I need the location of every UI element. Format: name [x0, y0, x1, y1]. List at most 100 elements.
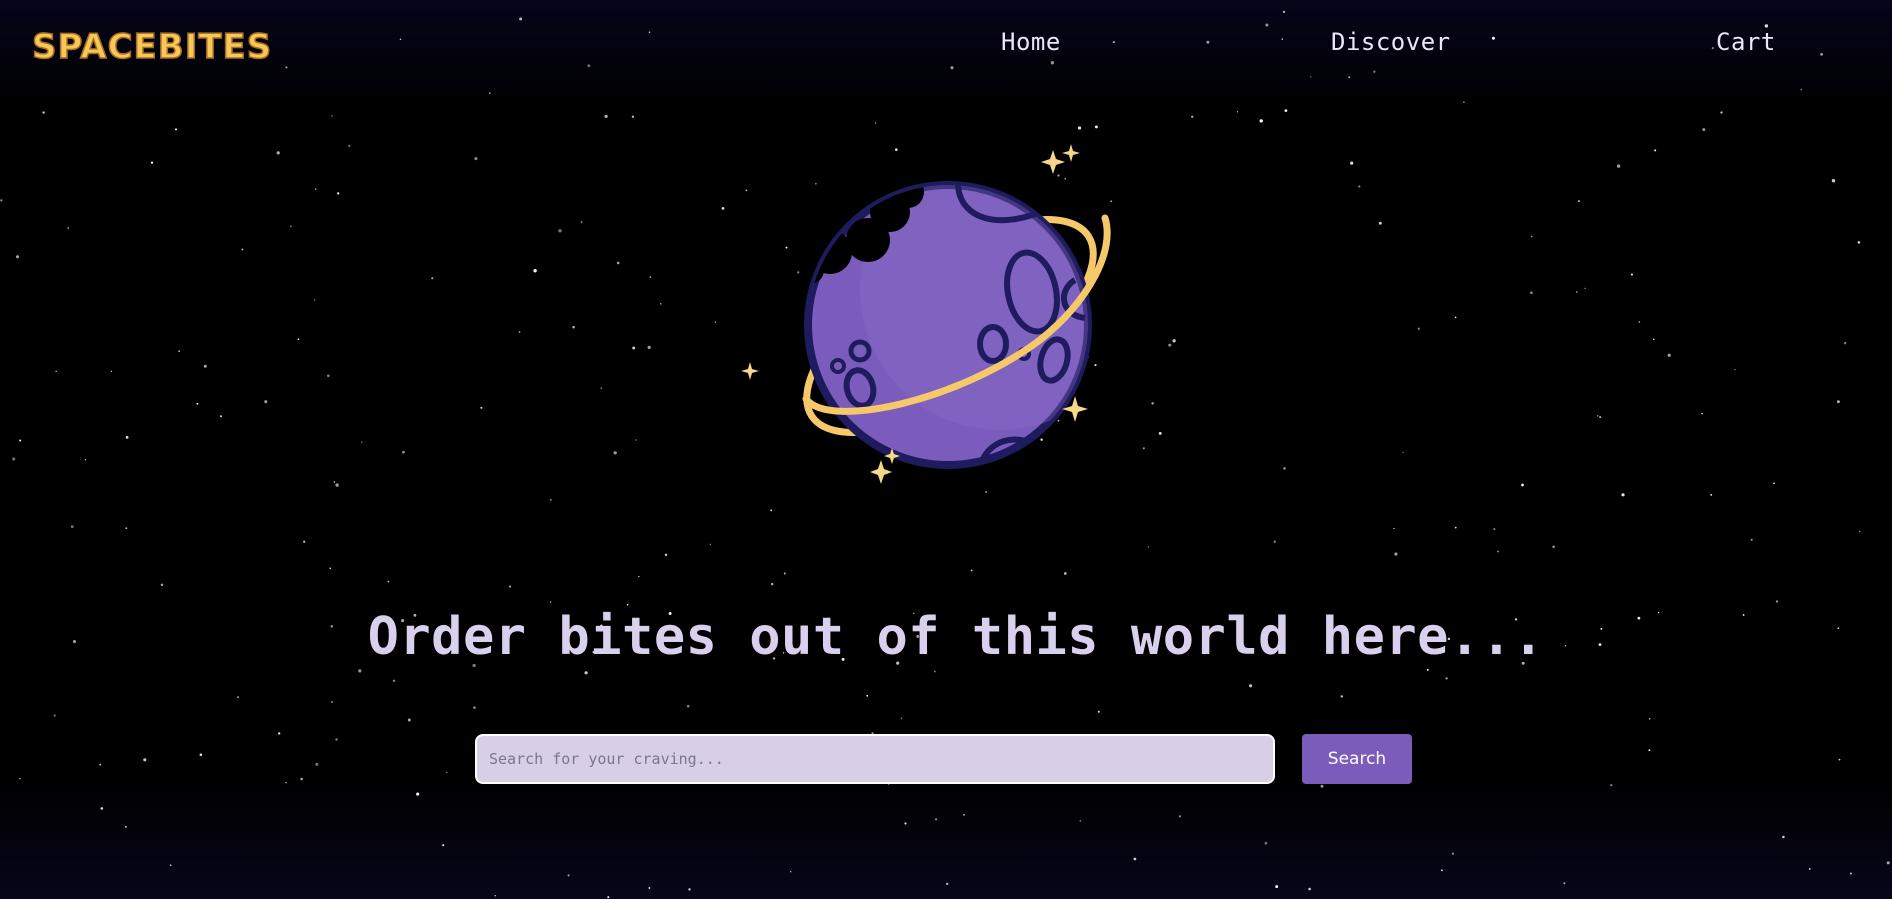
star	[285, 66, 288, 69]
bitten-planet-icon	[741, 144, 1111, 484]
star	[100, 807, 104, 810]
star	[1077, 126, 1082, 130]
star	[1275, 885, 1279, 889]
star	[1308, 887, 1311, 891]
star	[1440, 869, 1443, 872]
star	[790, 871, 792, 873]
star	[1265, 23, 1269, 27]
star	[1168, 343, 1172, 347]
star	[567, 874, 570, 877]
star	[1310, 76, 1312, 78]
nav-cart-link[interactable]: Cart	[1716, 28, 1776, 56]
star	[584, 671, 588, 675]
star	[18, 777, 21, 780]
star	[1596, 415, 1599, 417]
star	[626, 603, 629, 606]
star	[519, 17, 523, 21]
star	[714, 321, 717, 323]
search-input[interactable]	[475, 734, 1275, 784]
star	[402, 450, 405, 454]
star	[348, 144, 351, 148]
star	[480, 406, 483, 409]
star	[1648, 718, 1651, 720]
star	[688, 888, 691, 891]
star	[587, 64, 591, 68]
star	[904, 822, 907, 825]
star	[1191, 115, 1194, 118]
star	[970, 569, 973, 572]
star	[99, 763, 102, 766]
star	[169, 864, 172, 866]
star	[0, 199, 3, 202]
star	[1454, 526, 1457, 529]
star	[635, 439, 637, 441]
star	[1493, 528, 1496, 531]
star	[572, 325, 575, 329]
star	[178, 350, 180, 352]
star	[1348, 76, 1351, 79]
star	[1063, 572, 1067, 575]
logo-text: SPACEBITES	[32, 27, 270, 67]
star	[337, 192, 340, 195]
star	[508, 585, 512, 588]
star	[15, 255, 20, 259]
nav-home-link[interactable]: Home	[1001, 28, 1061, 56]
star	[199, 753, 203, 757]
star	[533, 269, 537, 273]
star	[1849, 872, 1852, 875]
search-button[interactable]: Search	[1302, 734, 1412, 784]
star	[1808, 867, 1811, 870]
star	[900, 717, 903, 720]
star	[770, 582, 774, 586]
star	[1273, 540, 1276, 543]
star	[1578, 200, 1580, 203]
star	[392, 679, 396, 682]
star	[1172, 339, 1176, 343]
star	[616, 261, 620, 265]
star	[331, 701, 333, 703]
star	[1451, 852, 1454, 855]
star	[1521, 483, 1524, 487]
star	[550, 499, 552, 501]
star	[613, 451, 617, 455]
star	[125, 527, 128, 530]
star	[1079, 820, 1082, 822]
star	[1094, 125, 1098, 129]
star	[1616, 164, 1621, 168]
star	[1264, 841, 1268, 845]
star	[518, 331, 521, 333]
star	[721, 207, 725, 210]
star	[1610, 783, 1613, 787]
star	[55, 370, 57, 373]
star	[236, 696, 240, 699]
star	[1702, 128, 1706, 132]
star	[1445, 677, 1448, 680]
star	[1638, 321, 1641, 323]
star	[1654, 149, 1657, 152]
star	[607, 896, 610, 899]
star	[1576, 291, 1578, 293]
star	[1097, 710, 1100, 713]
star	[1630, 273, 1633, 276]
star	[580, 221, 583, 223]
star	[1281, 38, 1283, 40]
star	[963, 814, 965, 816]
star	[1720, 111, 1723, 114]
star	[196, 402, 199, 405]
star	[416, 792, 420, 796]
spacebites-logo[interactable]: SPACEBITES	[30, 22, 270, 68]
star	[1158, 431, 1162, 435]
nav-discover-link[interactable]: Discover	[1331, 28, 1451, 56]
star	[632, 346, 636, 350]
star	[12, 457, 16, 461]
star	[285, 781, 287, 784]
star	[660, 303, 662, 305]
star	[946, 882, 949, 886]
star	[874, 122, 877, 124]
star	[1463, 101, 1465, 103]
star	[934, 670, 936, 673]
star	[866, 694, 869, 697]
star	[1283, 467, 1286, 470]
star	[264, 400, 268, 404]
star	[1147, 546, 1149, 548]
